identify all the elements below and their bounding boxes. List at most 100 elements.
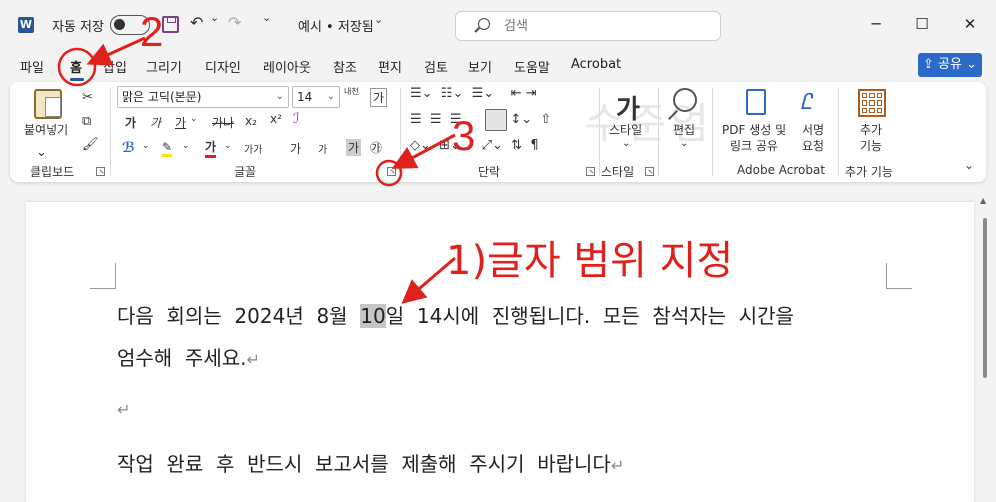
text-effects-color-icon[interactable]: ℬ <box>122 140 135 156</box>
ribbon-collapse-icon[interactable]: ⌄ <box>964 158 974 172</box>
tab-home[interactable]: 홈 <box>70 57 82 76</box>
font-size-value: 14 <box>297 90 313 104</box>
chevron-down-icon[interactable]: ⌄ <box>142 141 150 151</box>
group-divider <box>599 88 600 176</box>
subscript-icon[interactable]: x₂ <box>245 114 257 128</box>
chevron-down-icon[interactable]: ⌄ <box>224 141 232 151</box>
text-effects-icon[interactable]: ℐ <box>293 111 300 127</box>
request-sign-label-2[interactable]: 요청 <box>802 138 824 154</box>
edit-label[interactable]: 편집 <box>673 122 695 138</box>
group-divider <box>400 88 401 176</box>
tab-layout[interactable]: 레이아웃 <box>263 57 311 76</box>
search-icon <box>478 18 490 30</box>
share-button[interactable]: ⇪ 공유 ⌄ <box>918 53 982 77</box>
alignment-buttons[interactable]: ☰ ☰ ☰ ☷ ↕⌄ ⇧ <box>410 112 551 127</box>
paragraph-launcher-icon[interactable] <box>586 167 595 176</box>
tab-help[interactable]: 도움말 <box>514 57 550 76</box>
scroll-up-icon[interactable]: ▲ <box>980 196 986 205</box>
group-divider <box>712 88 713 176</box>
tab-references[interactable]: 참조 <box>333 57 357 76</box>
redo-icon[interactable]: ↷ <box>228 13 241 32</box>
paragraph-3[interactable]: 작업 완료 후 반드시 보고서를 제출해 주시기 바랍니다↵ <box>117 448 624 477</box>
paragraph-1[interactable]: 다음 회의는 2024년 8월 10일 14시에 진행됩니다. 모든 참석자는 … <box>117 300 794 329</box>
empty-paragraph[interactable]: ↵ <box>117 396 130 420</box>
tab-mailings[interactable]: 편지 <box>378 57 402 76</box>
tab-view[interactable]: 보기 <box>468 57 492 76</box>
styles-label[interactable]: 스타일 <box>609 122 642 138</box>
maximize-button[interactable]: ☐ <box>910 12 934 36</box>
chevron-down-icon[interactable]: ⌄ <box>190 114 198 124</box>
document-title[interactable]: 예시 • 저장됨 <box>298 16 374 35</box>
clipboard-launcher-icon[interactable] <box>96 167 105 176</box>
title-dropdown-icon[interactable]: ⌄ <box>374 13 383 26</box>
tab-design[interactable]: 디자인 <box>205 57 241 76</box>
font-color-icon[interactable]: 가 <box>205 138 217 158</box>
paragraph-1-line-2[interactable]: 엄수해 주세요.↵ <box>117 342 260 371</box>
scrollbar-thumb[interactable] <box>983 218 987 378</box>
minimize-button[interactable]: ─ <box>864 12 888 36</box>
tab-acrobat[interactable]: Acrobat <box>571 57 621 72</box>
undo-dropdown-icon[interactable]: ⌄ <box>210 11 219 24</box>
paragraph-mark: ↵ <box>246 350 260 369</box>
superscript-icon[interactable]: x² <box>270 112 282 126</box>
customize-toolbar-icon[interactable]: ⌄ <box>262 11 271 24</box>
add-ins-label-1[interactable]: 추가 <box>860 122 882 138</box>
chevron-down-icon[interactable]: ⌄ <box>680 138 688 149</box>
tab-insert[interactable]: 삽입 <box>103 57 127 76</box>
justify-button[interactable] <box>485 109 507 131</box>
styles-launcher-icon[interactable] <box>645 167 654 176</box>
margin-corner <box>90 263 116 289</box>
tab-file[interactable]: 파일 <box>20 57 44 76</box>
search-input[interactable] <box>504 17 704 35</box>
styles-icon[interactable]: 가 <box>616 89 640 126</box>
paragraph-text: 일 14시에 진행됩니다. 모든 참석자는 시간을 <box>385 304 794 328</box>
bold-icon[interactable]: 가 <box>125 114 136 131</box>
group-divider <box>838 88 839 176</box>
font-name-select[interactable]: 맑은 고딕(본문) ⌄ <box>117 86 289 108</box>
format-painter-icon[interactable]: 🖌 <box>82 137 99 152</box>
chevron-down-icon: ⌄ <box>961 57 977 72</box>
cut-icon[interactable]: ✂ <box>82 90 93 105</box>
margin-corner <box>886 263 912 289</box>
paste-dropdown-icon[interactable]: ⌄ <box>36 145 47 160</box>
chevron-down-icon[interactable]: ⌄ <box>182 141 190 151</box>
search-box[interactable] <box>455 11 721 41</box>
pdf-icon[interactable] <box>746 89 766 115</box>
group-divider <box>110 88 111 176</box>
tab-draw[interactable]: 그리기 <box>146 57 182 76</box>
undo-icon[interactable]: ↶ <box>190 13 203 32</box>
italic-icon[interactable]: 가 <box>150 114 161 131</box>
close-button[interactable]: ✕ <box>958 12 982 36</box>
pdf-create-label-2[interactable]: 링크 공유 <box>730 138 778 154</box>
paste-button-label[interactable]: 붙여넣기 <box>24 122 68 138</box>
list-buttons[interactable]: ☰⌄ ☷⌄ ☰⌄ ⇤ ⇥ <box>410 86 537 101</box>
strikethrough-icon[interactable]: 가나 <box>212 114 234 131</box>
highlight-icon[interactable]: ✎ <box>162 140 173 157</box>
underline-icon[interactable]: 가 <box>175 114 186 131</box>
font-launcher-icon[interactable] <box>387 167 396 176</box>
save-icon[interactable] <box>162 16 179 33</box>
copy-icon[interactable]: ⧉ <box>82 114 91 129</box>
pdf-create-label-1[interactable]: PDF 생성 및 <box>722 122 786 138</box>
enclose-characters-icon[interactable]: ㉮ <box>370 139 382 156</box>
add-ins-icon[interactable] <box>858 89 886 117</box>
find-icon[interactable] <box>673 88 697 112</box>
paste-icon[interactable] <box>34 89 62 119</box>
grow-font-button[interactable]: 가 <box>290 140 301 157</box>
font-group-label: 글꼴 <box>234 165 257 179</box>
grow-font-icon[interactable]: 내천 <box>344 86 359 97</box>
signature-icon[interactable]: Ꮭ <box>800 90 812 115</box>
change-case-icon[interactable]: 가가 <box>244 141 262 156</box>
font-size-select[interactable]: 14 ⌄ <box>292 86 340 108</box>
paragraph-text: 작업 완료 후 반드시 보고서를 제출해 주시기 바랍니다 <box>117 452 611 476</box>
add-ins-label-2[interactable]: 기능 <box>860 138 882 154</box>
chevron-down-icon[interactable]: ⌄ <box>622 138 630 149</box>
request-sign-label-1[interactable]: 서명 <box>802 122 824 138</box>
character-shading-icon[interactable]: 가 <box>346 139 362 156</box>
clear-formatting-icon[interactable]: 가 <box>370 88 388 107</box>
annotation-step-3: 3 <box>452 112 476 159</box>
shrink-font-button[interactable]: 가 <box>318 141 327 156</box>
selected-text[interactable]: 10 <box>360 304 386 328</box>
add-ins-group-label: 추가 기능 <box>845 165 893 179</box>
tab-review[interactable]: 검토 <box>424 57 448 76</box>
